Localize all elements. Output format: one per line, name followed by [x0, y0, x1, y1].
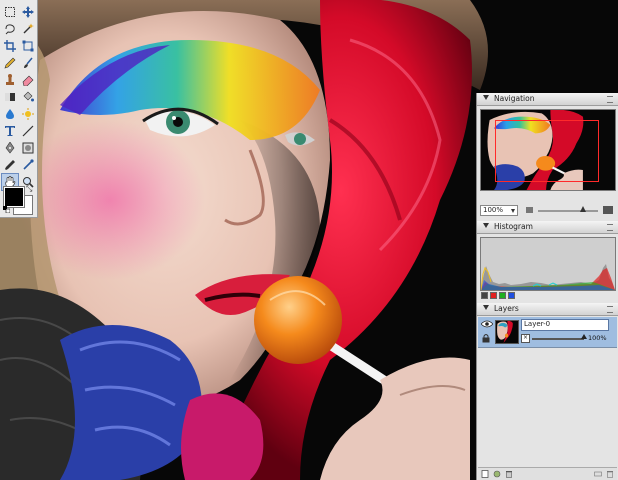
histogram-curve: [481, 264, 615, 290]
tool-grid: [1, 4, 36, 191]
histogram-channel-selector: [481, 292, 515, 299]
layers-panel-title: Layers: [494, 304, 519, 313]
color-replace-tool-button[interactable]: [20, 157, 36, 173]
zoom-in-icon[interactable]: [603, 206, 613, 214]
layer-thumbnail-image: [496, 321, 518, 343]
zoom-slider[interactable]: [538, 206, 598, 212]
pen-tool-button[interactable]: [2, 140, 18, 156]
zoom-out-icon[interactable]: [526, 207, 533, 213]
panel-grip-icon[interactable]: [607, 96, 613, 103]
lasso-tool-icon: [5, 24, 15, 35]
move-tool-icon: [22, 6, 34, 18]
histogram-channel-1[interactable]: [490, 292, 497, 299]
layer-opacity-slider[interactable]: [532, 334, 587, 340]
navigation-zoom-controls: 100%: [480, 205, 614, 217]
layer-opacity-knob[interactable]: [581, 334, 587, 339]
layers-panel: Layers Layer-0 × 100%: [476, 303, 618, 480]
transform-tool-icon: [22, 40, 34, 52]
paint-bucket-tool-icon: [23, 91, 34, 102]
layer-opacity-value: 100%: [588, 334, 607, 342]
layer-effects-icon[interactable]: [493, 470, 501, 478]
gradient-tool-icon: [5, 93, 15, 101]
eraser-tool-button[interactable]: [20, 72, 36, 88]
collapse-icon[interactable]: [483, 305, 489, 310]
layers-panel-footer: [478, 467, 617, 480]
pencil-tool-button[interactable]: [2, 55, 18, 71]
zoom-level-select[interactable]: 100%: [480, 205, 518, 216]
type-tool-button[interactable]: [2, 123, 18, 139]
type-tool-icon: [5, 126, 15, 136]
stamp-tool-button[interactable]: [2, 72, 18, 88]
pen-tool-icon: [5, 142, 15, 154]
lock-icon[interactable]: [481, 333, 491, 343]
move-tool-button[interactable]: [20, 4, 36, 20]
histogram-channel-0[interactable]: [481, 292, 488, 299]
marquee-tool-icon: [5, 7, 15, 17]
trash-icon[interactable]: [606, 470, 614, 478]
blur-tool-button[interactable]: [2, 106, 18, 122]
collapse-icon[interactable]: [483, 95, 489, 100]
eyedropper-tool-icon: [5, 160, 15, 170]
dodge-tool-icon: [22, 108, 34, 120]
collapse-icon[interactable]: [483, 223, 489, 228]
navigation-panel-title: Navigation: [494, 94, 535, 103]
eraser-tool-icon: [22, 75, 34, 86]
brush-tool-button[interactable]: [20, 55, 36, 71]
new-layer-icon[interactable]: [481, 470, 489, 478]
histogram-channel-3[interactable]: [508, 292, 515, 299]
color-replace-tool-icon: [23, 159, 34, 170]
navigation-view-rectangle[interactable]: [495, 120, 599, 182]
zoom-slider-knob[interactable]: [580, 206, 586, 212]
layer-name-field[interactable]: Layer-0: [521, 319, 609, 331]
marquee-tool-button[interactable]: [2, 4, 18, 20]
crop-tool-icon: [4, 40, 16, 52]
shape-tool-button[interactable]: [20, 140, 36, 156]
pencil-tool-icon: [4, 57, 16, 69]
navigation-thumbnail[interactable]: [480, 109, 616, 191]
layer-options-icon[interactable]: [594, 470, 602, 478]
blur-tool-icon: [6, 109, 14, 119]
color-swatches: ⤡: [3, 184, 35, 215]
delete-layer-icon[interactable]: [505, 470, 513, 478]
layer-mask-toggle[interactable]: ×: [521, 334, 530, 343]
histogram-panel-title: Histogram: [494, 222, 533, 231]
histogram-panel-header[interactable]: Histogram: [477, 221, 618, 234]
crop-tool-button[interactable]: [2, 38, 18, 54]
eyedropper-tool-button[interactable]: [2, 157, 18, 173]
line-tool-button[interactable]: [20, 123, 36, 139]
panel-grip-icon[interactable]: [607, 224, 613, 231]
magic-wand-tool-icon: [23, 23, 34, 34]
chevron-down-icon: [511, 209, 515, 213]
histogram-graph: [480, 237, 616, 291]
reset-colors-icon[interactable]: [3, 206, 10, 213]
magic-wand-tool-button[interactable]: [20, 21, 36, 37]
transform-tool-button[interactable]: [20, 38, 36, 54]
line-tool-icon: [22, 125, 34, 137]
histogram-panel: Histogram: [476, 221, 618, 303]
gradient-tool-button[interactable]: [2, 89, 18, 105]
swap-colors-icon[interactable]: ⤡: [26, 184, 32, 194]
brush-tool-icon: [24, 57, 33, 68]
paint-bucket-tool-button[interactable]: [20, 89, 36, 105]
tools-palette: ⤡: [0, 0, 38, 218]
navigation-panel-header[interactable]: Navigation: [477, 93, 618, 106]
shape-tool-icon: [22, 142, 34, 154]
lasso-tool-button[interactable]: [2, 21, 18, 37]
stamp-tool-icon: [6, 74, 14, 85]
visibility-eye-icon[interactable]: [481, 320, 493, 328]
zoom-level-value: 100%: [483, 206, 504, 214]
layer-row[interactable]: Layer-0 × 100%: [478, 317, 617, 348]
dodge-tool-button[interactable]: [20, 106, 36, 122]
layers-panel-header[interactable]: Layers: [477, 303, 618, 316]
foreground-color-swatch[interactable]: [3, 186, 25, 208]
panel-grip-icon[interactable]: [607, 306, 613, 313]
layer-thumbnail[interactable]: [495, 320, 519, 344]
navigation-panel: Navigation 100%: [476, 93, 618, 221]
histogram-channel-2[interactable]: [499, 292, 506, 299]
